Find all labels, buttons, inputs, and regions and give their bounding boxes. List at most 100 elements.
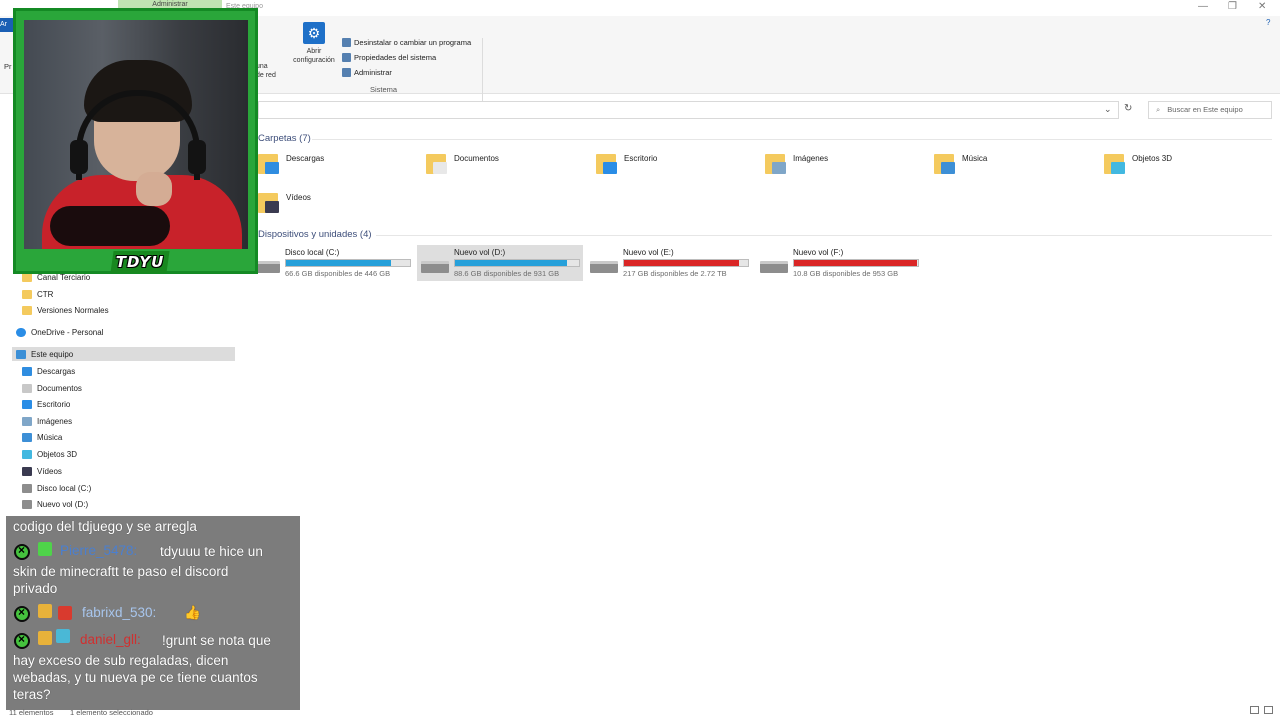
desktop-folder-icon [596,152,618,176]
screen: Administrar Este equipo — ❐ ✕ Ar Pr ? un… [0,0,1280,720]
drive-usage-bar [793,259,919,267]
nav-item-label: Imágenes [37,416,73,426]
nav-item-escritorio[interactable]: Escritorio [22,397,70,411]
folder-label: Música [962,154,988,163]
nav-item-label: Vídeos [37,466,62,476]
nav-item-label: Música [37,432,63,442]
drive-name: Disco local (C:) [285,248,340,257]
chat-username[interactable]: Pierre_5478: [60,543,137,558]
nav-item-musica[interactable]: Música [22,430,62,444]
music-icon [22,432,32,442]
ribbon-separator [482,38,483,106]
nav-item-label: Documentos [37,383,82,393]
system-properties-icon [342,53,351,62]
large-icons-view-icon[interactable] [1264,706,1273,714]
drives-section-title[interactable]: Dispositivos y unidades (4) [258,229,372,240]
manage-label: Administrar [354,68,392,77]
drive-d[interactable]: Nuevo vol (D:) 88.6 GB disponibles de 93… [417,245,583,281]
drive-space-detail: 10.8 GB disponibles de 953 GB [793,269,899,278]
drive-f[interactable]: Nuevo vol (F:) 10.8 GB disponibles de 95… [756,245,922,281]
nav-item-descargas[interactable]: Descargas [22,364,75,378]
drive-usage-fill [286,260,392,266]
chat-message: teras? [13,687,51,702]
drive-icon [22,483,32,493]
nav-item-nuevo-vol-d[interactable]: Nuevo vol (D:) [22,497,88,511]
folder-desktop[interactable]: Escritorio [596,152,756,182]
nav-item-versiones-normales[interactable]: Versiones Normales [22,303,109,317]
streamer-name: TDYU [115,253,165,271]
chat-message: privado [13,581,58,596]
chat-message: tdyuuu te hice un [160,544,263,559]
folder-music[interactable]: Música [934,152,1094,182]
nav-item-disco-c[interactable]: Disco local (C:) [22,481,91,495]
chevron-down-icon[interactable]: ⌄ [1104,104,1112,115]
file-tab[interactable]: Ar [0,18,14,32]
gift-badge-icon [58,606,72,620]
nav-item-imagenes[interactable]: Imágenes [22,414,72,428]
folder-label: Escritorio [624,154,658,163]
network-drive-button[interactable]: una de red [256,62,284,80]
help-icon[interactable]: ? [1266,18,1270,27]
chat-message: hay exceso de sub regaladas, dicen [13,653,229,668]
nav-item-este-equipo[interactable]: Este equipo [12,347,235,361]
folder-icon [22,289,32,299]
nav-item-onedrive[interactable]: OneDrive - Personal [16,325,103,339]
drive-e[interactable]: Nuevo vol (E:) 217 GB disponibles de 2.7… [586,245,752,281]
moderator-badge-icon [14,543,30,560]
nav-item-objetos-3d[interactable]: Objetos 3D [22,447,77,461]
uninstall-program-button[interactable]: Desinstalar o cambiar un programa [342,38,471,47]
desktop-icon [22,399,32,409]
videos-folder-icon [258,191,280,215]
chat-username[interactable]: fabrixd_530: [82,605,156,620]
folder-3d-objects[interactable]: Objetos 3D [1104,152,1264,182]
manage-button[interactable]: Administrar [342,68,392,77]
open-settings-label-2: configuración [293,57,335,64]
cube-icon [22,449,32,459]
drive-c[interactable]: Disco local (C:) 66.6 GB disponibles de … [248,245,414,281]
folder-label: Vídeos [286,193,311,202]
drive-name: Nuevo vol (D:) [454,248,506,257]
close-button[interactable]: ✕ [1258,1,1266,12]
hard-drive-icon [590,261,618,273]
cloud-icon [16,327,26,337]
system-properties-button[interactable]: Propiedades del sistema [342,53,436,62]
folder-label: Documentos [454,154,499,163]
address-bar[interactable] [258,101,1119,119]
chat-overlay: codigo del tdjuego y se arregla Pierre_5… [6,516,300,710]
pictures-folder-icon [765,152,787,176]
video-icon [22,466,32,476]
details-view-icon[interactable] [1250,706,1259,714]
folder-documents[interactable]: Documentos [426,152,586,182]
folder-videos[interactable]: Vídeos [258,191,418,221]
downloads-folder-icon [258,152,280,176]
nav-item-label: Este equipo [31,349,74,359]
search-placeholder: Buscar en Este equipo [1167,105,1243,114]
folder-label: Objetos 3D [1132,154,1173,163]
folder-pictures[interactable]: Imágenes [765,152,925,182]
folder-downloads[interactable]: Descargas [258,152,418,182]
nav-item-videos[interactable]: Vídeos [22,464,62,478]
chat-username[interactable]: daniel_gll: [80,632,141,647]
minimize-button[interactable]: — [1198,1,1208,12]
manage-icon [342,68,351,77]
open-settings-button[interactable]: ⚙ Abrir configuración [288,22,340,65]
microphone-icon [50,206,170,246]
drive-name: Nuevo vol (E:) [623,248,674,257]
folders-section-divider [312,139,1272,140]
folders-section-title[interactable]: Carpetas (7) [258,133,311,144]
nav-item-label: CTR [37,289,54,299]
drive-space-detail: 66.6 GB disponibles de 446 GB [285,269,391,278]
nav-item-documentos[interactable]: Documentos [22,381,82,395]
navigation-pane: Canal Terciario CTR Versiones Normales O… [0,270,240,530]
refresh-icon[interactable]: ↻ [1124,103,1132,114]
folder-label: Imágenes [793,154,829,163]
maximize-button[interactable]: ❐ [1228,1,1237,12]
search-input[interactable]: ⌕ Buscar en Este equipo [1148,101,1272,119]
gifter-badge-icon [56,629,70,643]
music-folder-icon [934,152,956,176]
nav-item-ctr[interactable]: CTR [22,287,53,301]
drive-usage-bar [623,259,749,267]
chat-emote: 👍 [184,605,201,620]
webcam-overlay: TDYU [13,8,258,274]
nav-item-label: Versiones Normales [37,305,109,315]
